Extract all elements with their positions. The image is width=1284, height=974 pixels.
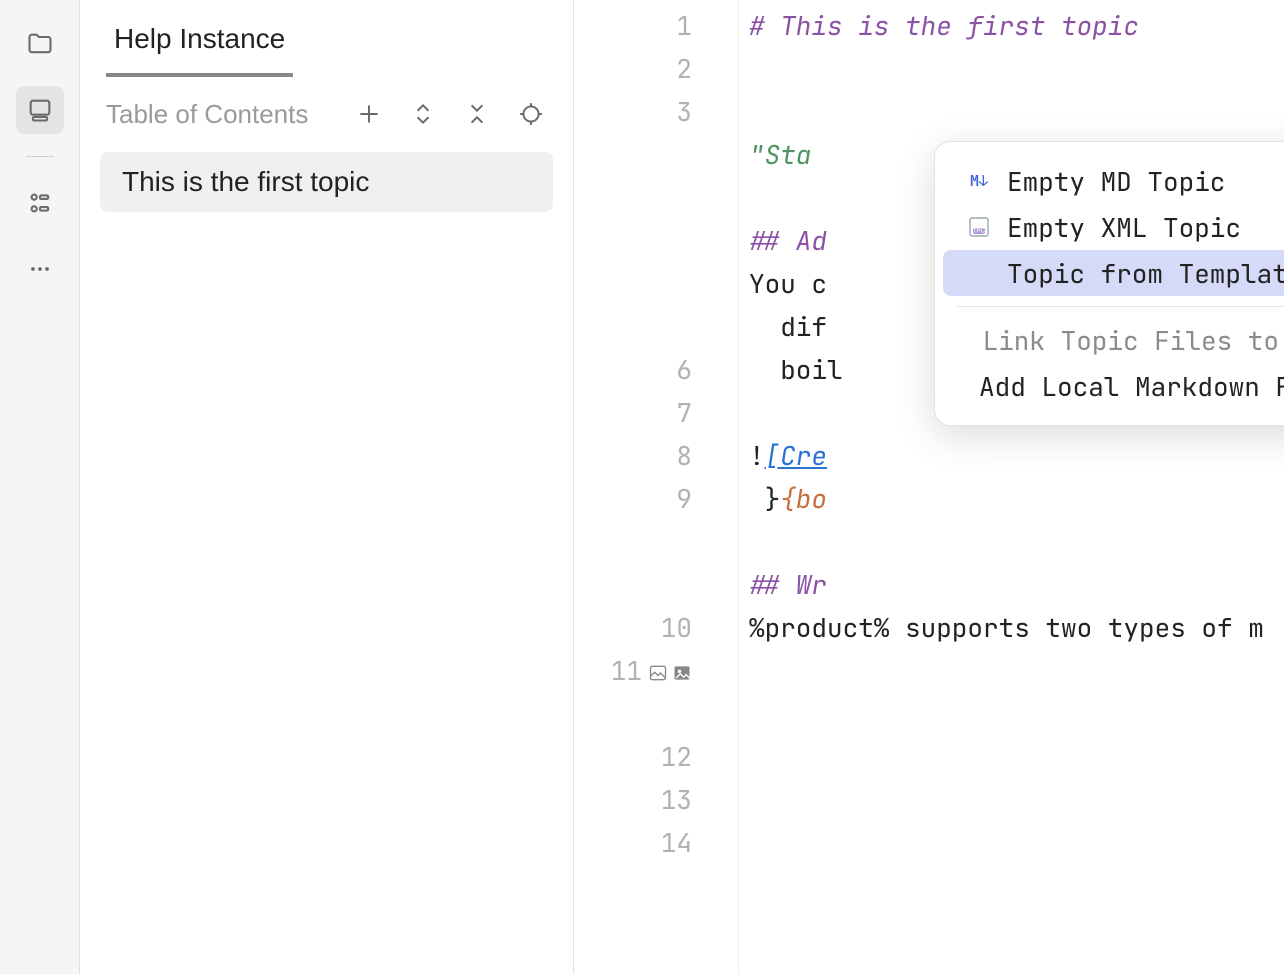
menu-item-topic-from-template[interactable]: Topic from Template› — [943, 250, 1284, 296]
menu-item-label: Add Local Markdown Files… — [979, 365, 1284, 408]
toc-item-first-topic[interactable]: This is the first topic — [100, 152, 553, 212]
collapse-all-button[interactable] — [461, 98, 493, 130]
menu-item-label: Topic from Template — [1007, 252, 1284, 295]
sidebar-tabs: Help Instance — [80, 0, 573, 82]
menu-item-link-topic-files-to-toc-: Link Topic Files to TOC… — [943, 317, 1284, 363]
menu-item-label: Empty XML Topic — [1007, 206, 1241, 249]
menu-item-label: Link Topic Files to TOC… — [983, 319, 1284, 362]
panels-icon — [26, 96, 54, 124]
menu-item-add-local-markdown-files-[interactable]: Add Local Markdown Files… — [943, 363, 1284, 409]
gutter: 12367891011121314 — [574, 0, 739, 974]
toc-title: Table of Contents — [106, 99, 345, 130]
expand-all-button[interactable] — [407, 98, 439, 130]
target-icon — [518, 101, 544, 127]
rail-structure[interactable] — [16, 179, 64, 227]
collapse-icon — [464, 101, 490, 127]
menu-item-empty-md-topic[interactable]: M↓ Empty MD Topic — [943, 158, 1284, 204]
toc-actions — [353, 98, 547, 130]
editor[interactable]: 12367891011121314 # This is the first to… — [574, 0, 1284, 974]
toc-header: Table of Contents — [80, 82, 573, 146]
structure-icon — [26, 189, 54, 217]
image-icon — [648, 663, 668, 683]
rail-panels[interactable] — [16, 86, 64, 134]
add-topic-button[interactable] — [353, 98, 385, 130]
tool-rail — [0, 0, 80, 974]
picture-icon — [672, 663, 692, 683]
new-topic-menu: M↓ Empty MD Topic TPC Empty XML TopicTopic … — [934, 141, 1284, 426]
menu-separator — [957, 306, 1284, 307]
expand-icon — [410, 101, 436, 127]
rail-folder[interactable] — [16, 20, 64, 68]
markdown-icon: M↓ — [965, 170, 993, 192]
sidebar: Help Instance Table of Contents This is … — [80, 0, 574, 974]
locate-button[interactable] — [515, 98, 547, 130]
rail-more[interactable] — [16, 245, 64, 293]
folder-icon — [26, 30, 54, 58]
tpc-icon: TPC — [965, 216, 993, 238]
menu-item-label: Empty MD Topic — [1007, 160, 1225, 203]
plus-icon — [356, 101, 382, 127]
rail-divider — [26, 156, 54, 157]
svg-text:TPC: TPC — [973, 229, 986, 235]
more-icon — [26, 255, 54, 283]
tab-help-instance[interactable]: Help Instance — [106, 5, 293, 77]
menu-item-empty-xml-topic[interactable]: TPC Empty XML Topic — [943, 204, 1284, 250]
